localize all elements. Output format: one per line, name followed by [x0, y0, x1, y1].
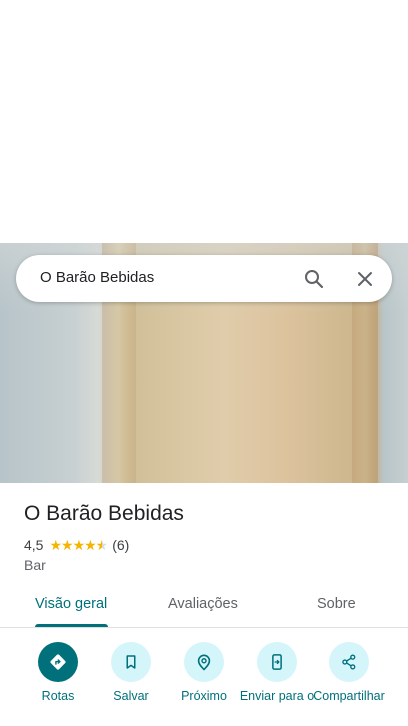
tab-about[interactable]: Sobre	[317, 596, 356, 612]
review-count[interactable]: (6)	[112, 537, 129, 553]
share-label: Compartilhar	[313, 689, 385, 703]
send-to-phone-icon	[272, 654, 282, 670]
tab-overview[interactable]: Visão geral	[35, 596, 107, 612]
share-button[interactable]: Compartilhar	[309, 642, 389, 704]
directions-button[interactable]: Rotas	[18, 642, 98, 704]
nearby-label: Próximo	[181, 689, 227, 703]
place-category: Bar	[24, 557, 46, 573]
search-input[interactable]: O Barão Bebidas	[40, 269, 154, 286]
place-title: O Barão Bebidas	[24, 502, 184, 525]
directions-icon	[50, 654, 66, 670]
search-bar[interactable]: O Barão Bebidas	[16, 255, 392, 302]
tab-reviews[interactable]: Avaliações	[168, 596, 238, 612]
nearby-button[interactable]: Próximo	[164, 642, 244, 704]
tabs-divider	[0, 627, 408, 628]
share-icon	[342, 654, 356, 670]
rating-value: 4,5	[24, 537, 44, 553]
place-tabs: Visão geral Avaliações Sobre	[0, 584, 408, 628]
send-to-phone-button[interactable]: Enviar para o	[237, 642, 317, 704]
close-icon[interactable]	[353, 267, 377, 291]
rating-row[interactable]: 4,5 ★★★★★ (6)	[24, 536, 129, 554]
save-label: Salvar	[113, 689, 149, 703]
star-rating: ★★★★★	[49, 536, 108, 553]
directions-label: Rotas	[41, 689, 75, 703]
send-to-phone-label: Enviar para o	[239, 689, 315, 703]
save-button[interactable]: Salvar	[91, 642, 171, 704]
nearby-icon	[197, 654, 211, 671]
search-icon[interactable]	[302, 267, 326, 291]
bookmark-icon	[126, 655, 136, 669]
